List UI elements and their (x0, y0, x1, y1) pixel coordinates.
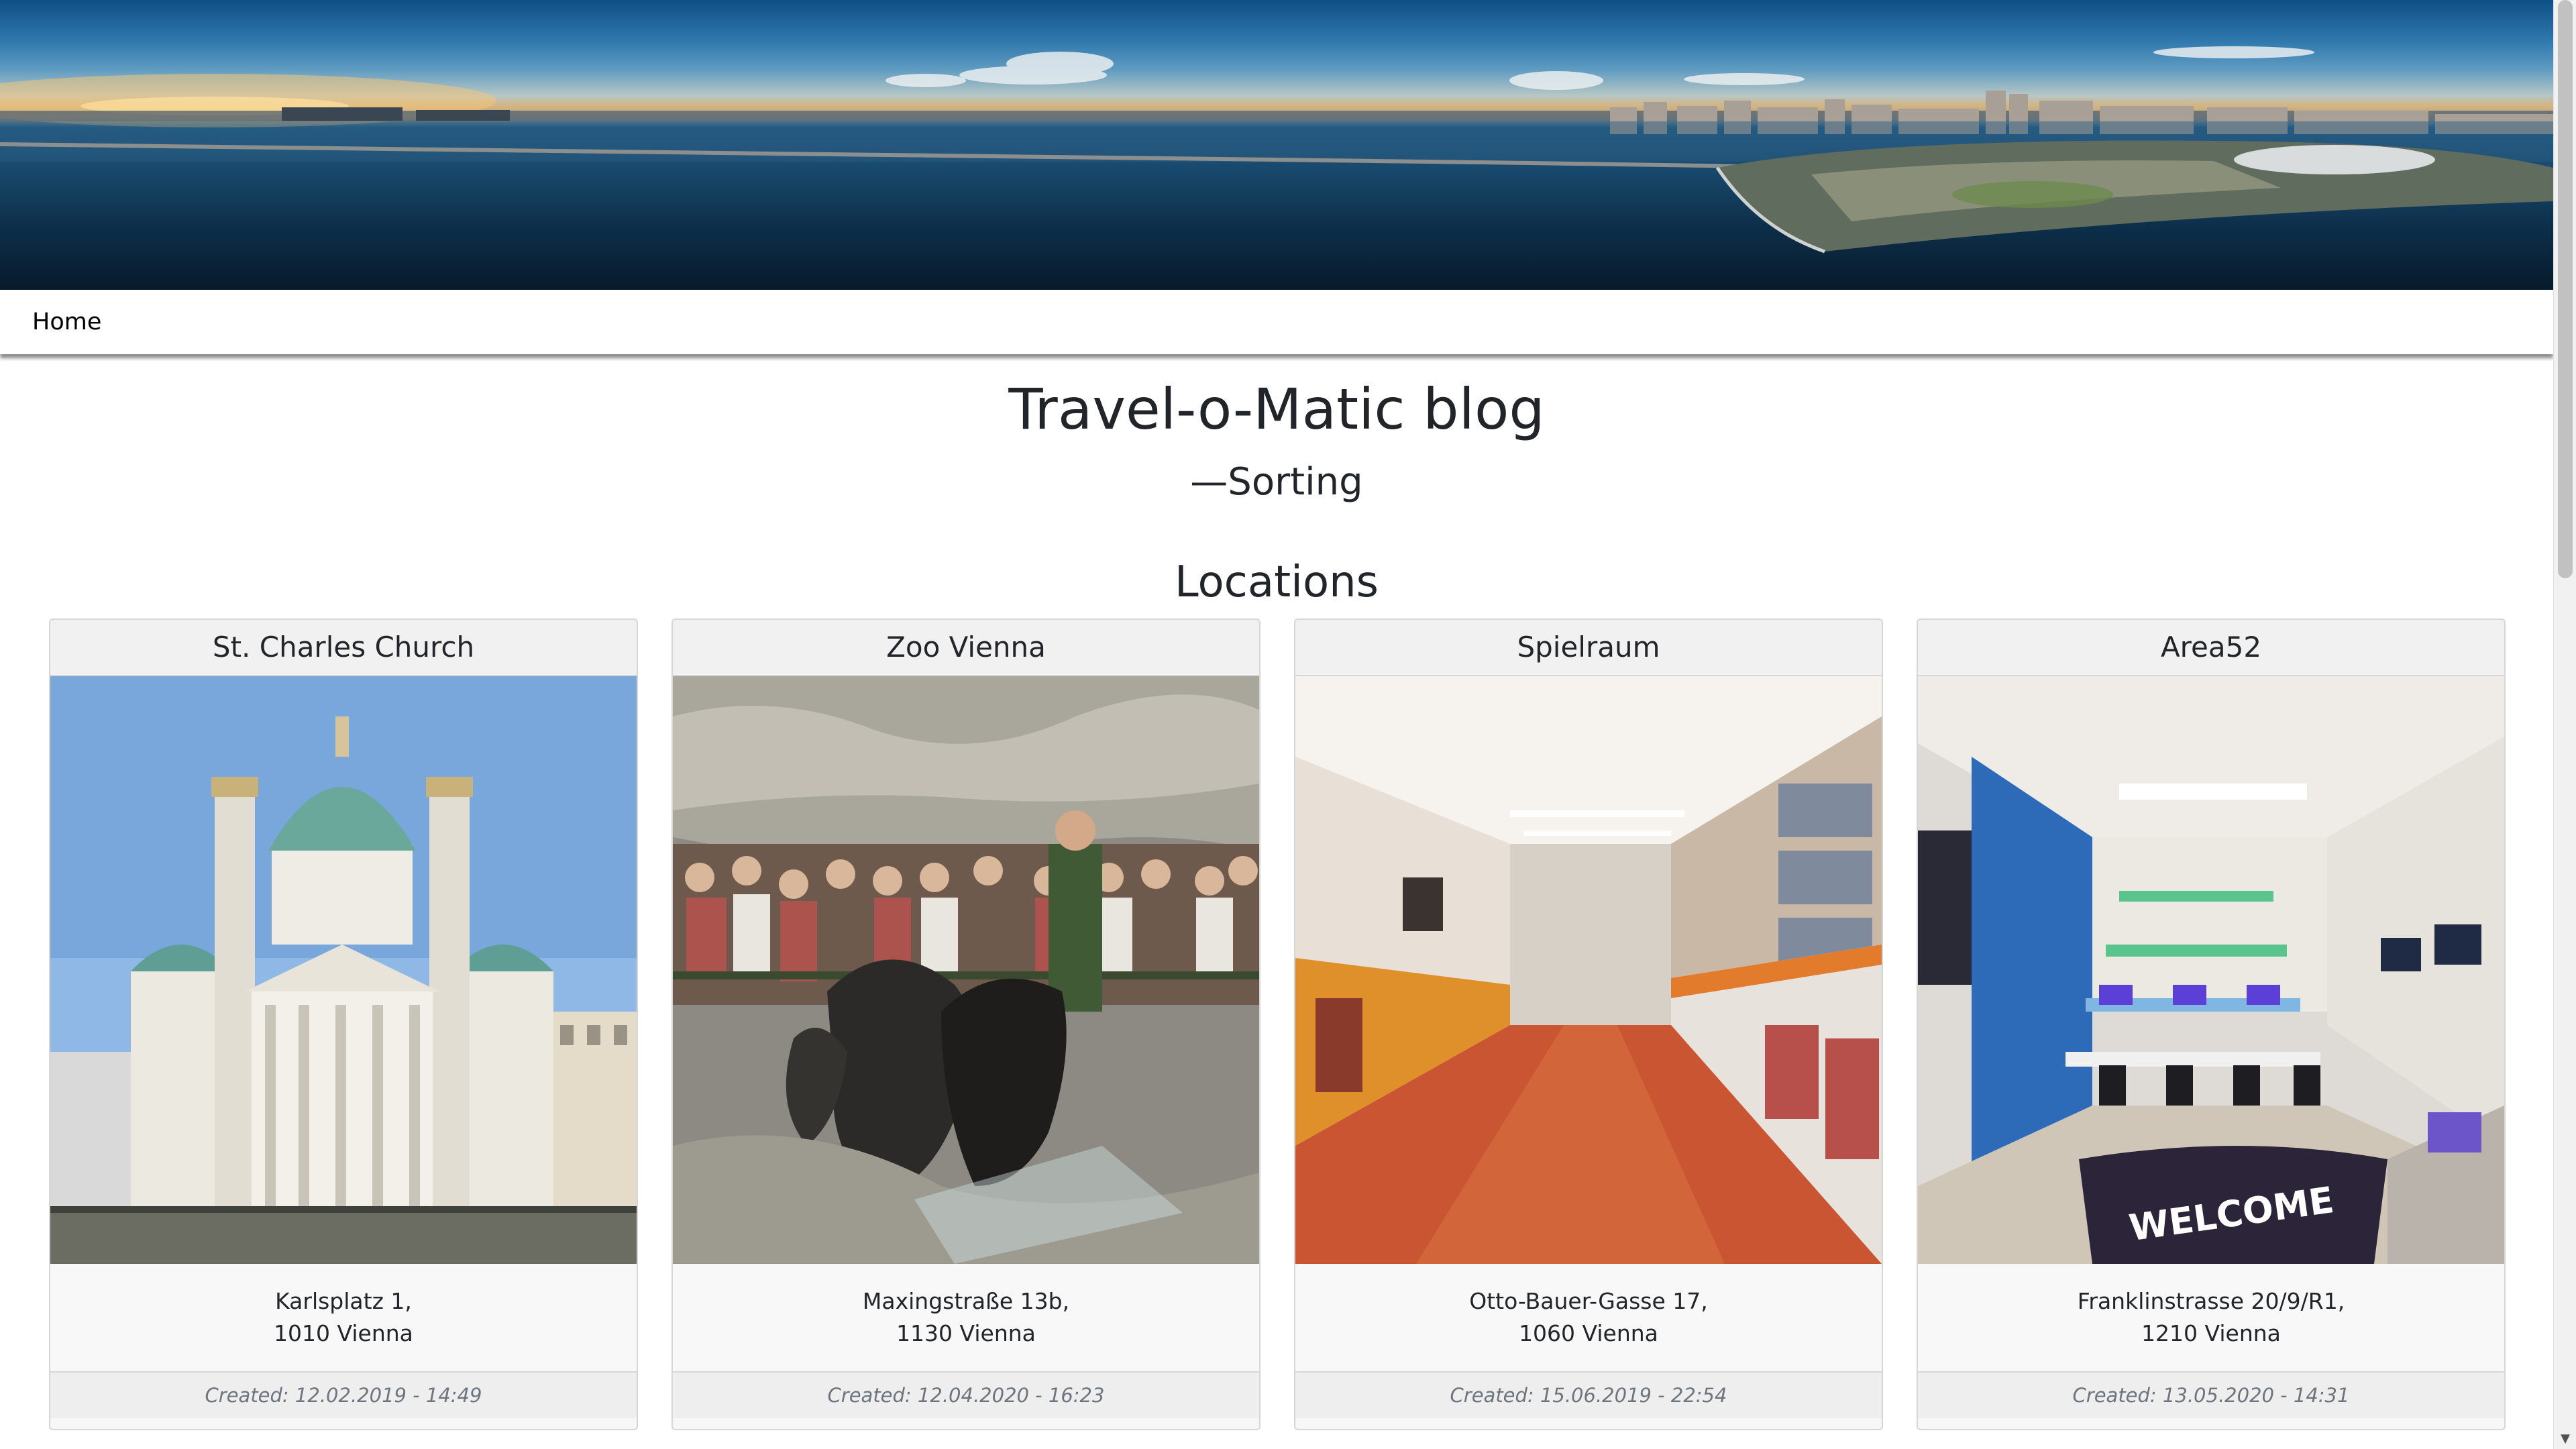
location-created: Created: 12.04.2020 - 16:23 (673, 1373, 1259, 1418)
location-card[interactable]: Area52 WELCOME Franklinstrasse 20/9/R1, … (1917, 619, 2506, 1430)
location-image-church[interactable] (50, 676, 637, 1264)
location-card[interactable]: Zoo Vienna Maxingstraße 13b, 1130 Vienna… (672, 619, 1260, 1430)
location-name[interactable]: Spielraum (1295, 620, 1882, 676)
address-city: 1210 Vienna (2141, 1320, 2281, 1346)
navbar: Home (0, 290, 2553, 354)
location-created: Created: 12.02.2019 - 14:49 (50, 1373, 637, 1418)
page-scrollbar[interactable]: ▼ (2553, 0, 2576, 1449)
location-address: Otto-Bauer-Gasse 17, 1060 Vienna (1295, 1264, 1882, 1373)
header-banner-image (0, 0, 2553, 290)
address-city: 1060 Vienna (1519, 1320, 1658, 1346)
nav-home-link[interactable]: Home (32, 307, 101, 337)
location-address: Franklinstrasse 20/9/R1, 1210 Vienna (1918, 1264, 2504, 1373)
address-street: Franklinstrasse 20/9/R1, (2077, 1288, 2345, 1314)
location-card[interactable]: St. Charles Church Karlsplatz 1, 1010 Vi… (49, 619, 638, 1430)
location-card[interactable]: Spielraum Otto-Bauer-Gasse 17, 1060 Vien… (1294, 619, 1883, 1430)
address-street: Otto-Bauer-Gasse 17, (1469, 1288, 1708, 1314)
location-image-spielraum[interactable] (1295, 676, 1882, 1264)
page-subtitle: —Sorting (1190, 460, 1363, 504)
address-street: Maxingstraße 13b, (862, 1288, 1070, 1314)
location-image-area52[interactable]: WELCOME (1918, 676, 2504, 1264)
page-title: Travel-o-Matic blog (1008, 376, 1545, 442)
address-city: 1130 Vienna (896, 1320, 1036, 1346)
location-address: Karlsplatz 1, 1010 Vienna (50, 1264, 637, 1373)
section-title-locations: Locations (1174, 557, 1379, 607)
scroll-down-arrow-icon[interactable]: ▼ (2554, 1429, 2576, 1449)
location-name[interactable]: St. Charles Church (50, 620, 637, 676)
location-created: Created: 15.06.2019 - 22:54 (1295, 1373, 1882, 1418)
panorama-skyline-image (0, 46, 2553, 254)
scrollbar-thumb[interactable] (2558, 0, 2573, 578)
location-created: Created: 13.05.2020 - 14:31 (1918, 1373, 2504, 1418)
location-name[interactable]: Area52 (1918, 620, 2504, 676)
location-image-zoo[interactable] (673, 676, 1259, 1264)
location-address: Maxingstraße 13b, 1130 Vienna (673, 1264, 1259, 1373)
page: Home Travel-o-Matic blog —Sorting Locati… (0, 0, 2553, 1449)
address-street: Karlsplatz 1, (275, 1288, 412, 1314)
address-city: 1010 Vienna (274, 1320, 413, 1346)
location-name[interactable]: Zoo Vienna (673, 620, 1259, 676)
